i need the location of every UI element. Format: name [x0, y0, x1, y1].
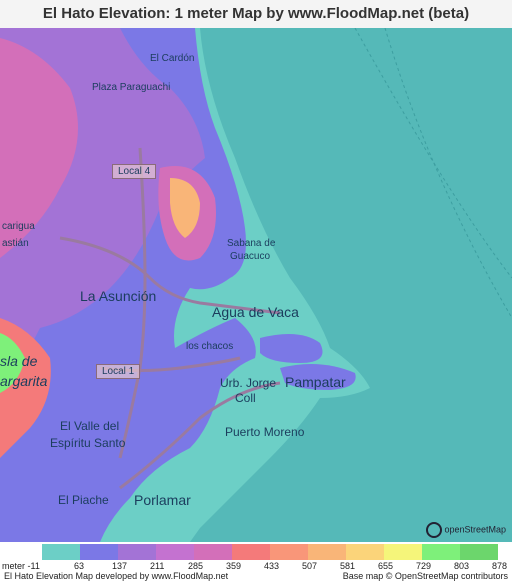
- label-el-cardon: El Cardón: [150, 53, 195, 64]
- legend-tick: 433: [264, 561, 280, 571]
- map-title: El Hato Elevation: 1 meter Map by www.Fl…: [0, 0, 512, 28]
- label-la-asuncion: La Asunción: [80, 288, 157, 304]
- label-los-chacos: los chacos: [186, 341, 234, 352]
- legend-tick: 507: [302, 561, 318, 571]
- label-sabana: Sabana de: [227, 238, 276, 249]
- label-espiritu-santo: Espíritu Santo: [50, 436, 126, 450]
- label-urb-jorge: Urb. Jorge: [220, 376, 277, 390]
- legend-swatch: [156, 544, 194, 560]
- legend-tick: 581: [340, 561, 356, 571]
- legend-tick: 359: [226, 561, 242, 571]
- label-coll: Coll: [235, 391, 256, 405]
- legend-swatch: [118, 544, 156, 560]
- label-el-piache: El Piache: [58, 493, 109, 507]
- legend-tick: 285: [188, 561, 204, 571]
- legend-tick: 63: [74, 561, 85, 571]
- osm-logo: openStreetMap: [426, 522, 506, 538]
- label-local-1: Local 1: [96, 364, 141, 379]
- label-el-valle: El Valle del: [60, 419, 120, 433]
- label-local-4: Local 4: [112, 164, 157, 179]
- credit-floodmap: El Hato Elevation Map developed by www.F…: [4, 571, 229, 581]
- legend-swatch: [422, 544, 460, 560]
- credit-osm: Base map © OpenStreetMap contributors: [342, 571, 508, 581]
- legend-swatch: [346, 544, 384, 560]
- legend-swatch: [308, 544, 346, 560]
- label-carigua: carigua: [2, 221, 35, 232]
- osm-logo-icon: [426, 522, 443, 538]
- label-margarita: argarita: [0, 373, 48, 389]
- label-porlamar: Porlamar: [134, 492, 191, 508]
- legend-swatch: [270, 544, 308, 560]
- legend-swatch: [232, 544, 270, 560]
- label-astian: astián: [2, 238, 29, 249]
- map-canvas: [0, 28, 512, 542]
- legend-swatches: [42, 544, 498, 560]
- legend-swatch: [384, 544, 422, 560]
- label-isla-de: sla de: [0, 353, 38, 369]
- legend-tick: 803: [454, 561, 470, 571]
- legend-tick: 655: [378, 561, 394, 571]
- legend-swatch: [80, 544, 118, 560]
- legend-swatch: [194, 544, 232, 560]
- label-puerto-moreno: Puerto Moreno: [225, 425, 305, 439]
- label-plaza-paraguachi: Plaza Paraguachi: [92, 82, 171, 93]
- elevation-map[interactable]: El Cardón Plaza Paraguachi Local 4 carig…: [0, 28, 512, 542]
- elevation-legend: meter -11 63 137 211 285 359 433 507 581 655 729 80…: [0, 542, 512, 582]
- legend-tick: 878: [492, 561, 508, 571]
- legend-swatch: [42, 544, 80, 560]
- legend-swatch: [460, 544, 498, 560]
- label-agua-de-vaca: Agua de Vaca: [212, 304, 299, 320]
- legend-tick: 211: [150, 561, 165, 571]
- label-pampatar: Pampatar: [285, 374, 346, 390]
- label-guacuco: Guacuco: [230, 251, 271, 262]
- legend-tick: meter -11: [2, 561, 40, 571]
- legend-tick: 137: [112, 561, 128, 571]
- legend-tick: 729: [416, 561, 432, 571]
